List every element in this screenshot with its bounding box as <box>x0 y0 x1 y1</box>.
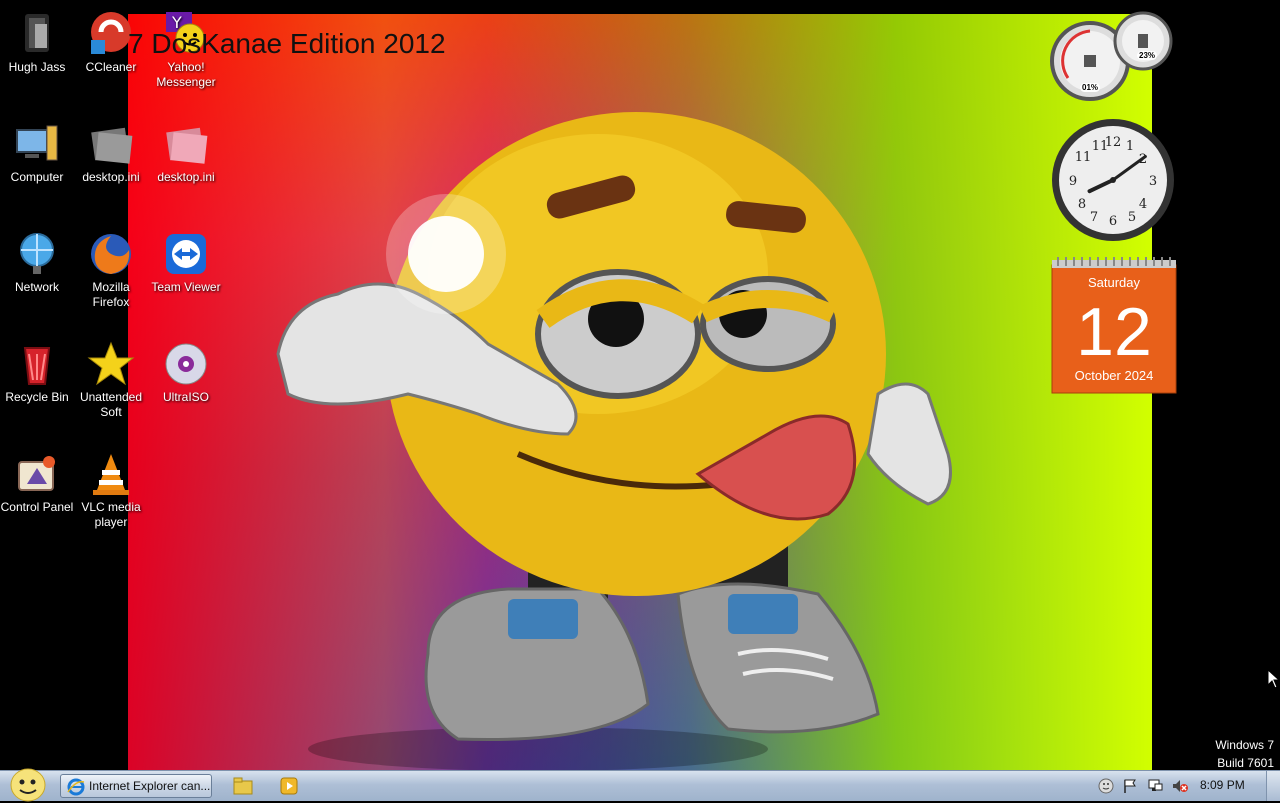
control-panel-icon <box>18 456 55 491</box>
media-player-icon[interactable] <box>278 775 300 797</box>
smiley-icon[interactable] <box>1098 778 1114 794</box>
wallpaper-caption: 7 DosKanae Edition 2012 <box>128 28 446 59</box>
desktop-icon-label: Recycle Bin <box>5 390 69 404</box>
show-desktop-button[interactable] <box>1266 771 1280 801</box>
taskbar-item-internet-explorer[interactable]: Internet Explorer can... <box>60 774 212 798</box>
desktop-icon-recycle-bin[interactable]: Recycle Bin <box>0 340 74 405</box>
desktop-icon-label: Computer <box>10 170 64 184</box>
desktop-icon-label: Hugh Jass <box>8 60 66 74</box>
taskbar: Internet Explorer can... 8:09 PM <box>0 767 1280 803</box>
volume-muted-icon[interactable] <box>1172 778 1188 794</box>
smiley-character-art <box>276 112 952 770</box>
desktop-icon-label: Control Panel <box>0 500 74 514</box>
mouse-cursor-icon <box>1267 669 1280 689</box>
windows-build-watermark: Windows 7 Build 7601 <box>1215 736 1274 770</box>
internet-explorer-icon <box>67 778 85 796</box>
explorer-folder-icon[interactable] <box>232 775 254 797</box>
desktop-icon-control-panel[interactable]: Control Panel <box>0 450 74 515</box>
desktop-icon-label: Network <box>14 280 59 294</box>
action-center-flag-icon[interactable] <box>1122 778 1138 794</box>
watermark-os: Windows 7 <box>1215 738 1274 752</box>
desktop-icon-hugh-jass[interactable]: Hugh Jass <box>0 10 74 75</box>
desktop-icon-computer[interactable]: Computer <box>0 120 74 185</box>
desktop[interactable]: 7 DosKanae Edition 2012 Hugh Jass Comput… <box>0 0 1280 770</box>
user-folder-icon <box>25 14 49 52</box>
start-button[interactable] <box>6 767 46 803</box>
wallpaper: 7 DosKanae Edition 2012 <box>128 14 1152 770</box>
taskbar-item-label: Internet Explorer can... <box>89 779 211 793</box>
computer-icon <box>16 125 58 161</box>
network-icon[interactable] <box>1147 778 1163 794</box>
network-icon <box>20 233 54 274</box>
taskbar-clock[interactable]: 8:09 PM <box>1200 778 1245 792</box>
watermark-build: Build 7601 <box>1217 756 1274 770</box>
desktop-icon-network[interactable]: Network <box>0 230 74 295</box>
recycle-bin-icon <box>23 347 51 385</box>
